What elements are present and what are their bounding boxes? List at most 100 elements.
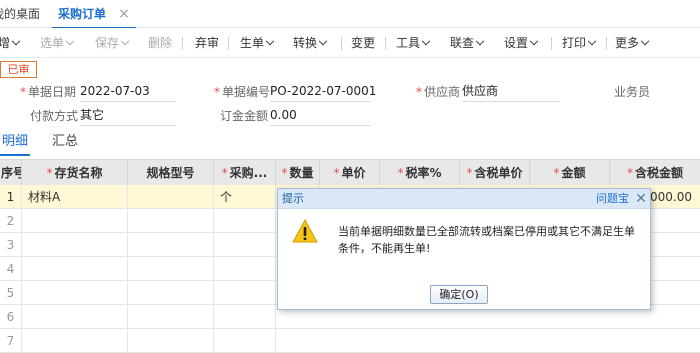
toolbar: 增 选单 保存 删除 弃审 生单 转换 变更 工具 联查 设置 打印 更多: [0, 28, 700, 58]
row-seq: 2: [0, 209, 22, 233]
row-unit[interactable]: [214, 233, 276, 257]
chevron-down-icon: [587, 36, 597, 46]
header-seq[interactable]: 序号: [0, 160, 22, 186]
chevron-down-icon: [421, 36, 431, 46]
row-spec[interactable]: [128, 233, 214, 257]
row-unit[interactable]: [214, 305, 276, 329]
row-spec[interactable]: [128, 257, 214, 281]
row-item-name[interactable]: [22, 209, 128, 233]
print-label: 打印: [562, 36, 587, 50]
salesman-label: 业务员: [614, 85, 651, 99]
generate-label: 生单: [240, 36, 265, 50]
row-seq: 3: [0, 233, 22, 257]
row-unit[interactable]: [214, 209, 276, 233]
chevron-down-icon: [265, 36, 275, 46]
chevron-down-icon: [65, 36, 75, 46]
query-label: 联查: [450, 36, 475, 50]
dialog-message: 当前单据明细数量已全部流转或档案已停用或其它不满足生单条件，不能再生单!: [338, 225, 635, 255]
ok-button[interactable]: 确定(O): [430, 285, 488, 304]
header-purchase-unit[interactable]: * 采购...: [214, 160, 276, 186]
row-spec[interactable]: [128, 305, 214, 329]
row-unit[interactable]: [214, 329, 276, 353]
row-spec[interactable]: [128, 209, 214, 233]
convert-button[interactable]: 转换: [293, 28, 328, 58]
toolbar-divider: [341, 37, 342, 50]
row-seq: 1: [0, 185, 22, 209]
add-button[interactable]: 增: [0, 28, 21, 58]
chevron-down-icon: [529, 36, 539, 46]
deposit-label: 订金金额: [220, 109, 269, 123]
unaudit-button[interactable]: 弃审: [195, 28, 219, 58]
convert-label: 转换: [293, 36, 318, 50]
payment-label: 付款方式: [30, 109, 79, 123]
more-button[interactable]: 更多: [615, 28, 650, 58]
row-spec[interactable]: [128, 185, 214, 209]
print-button[interactable]: 打印: [562, 28, 597, 58]
doc-no-field[interactable]: PO-2022-07-0001: [270, 82, 376, 102]
row-spec[interactable]: [128, 329, 214, 353]
tab-detail[interactable]: 明细: [0, 131, 31, 156]
toolbar-divider: [551, 37, 552, 50]
chevron-down-icon: [120, 36, 130, 46]
change-button[interactable]: 变更: [351, 28, 375, 58]
row-unit[interactable]: [214, 257, 276, 281]
doc-date-field[interactable]: 2022-07-03: [80, 82, 176, 102]
row-item-name[interactable]: 材料A: [22, 185, 128, 209]
tab-summary[interactable]: 汇总: [52, 131, 78, 153]
help-link[interactable]: 问题宝: [596, 189, 629, 209]
supplier-field[interactable]: 供应商: [462, 82, 560, 102]
doc-date-label: * 单据日期: [20, 85, 77, 99]
chevron-down-icon: [475, 36, 485, 46]
select-order-button[interactable]: 选单: [40, 28, 75, 58]
deposit-field[interactable]: 0.00: [270, 106, 370, 126]
toolbar-divider: [385, 37, 386, 50]
settings-button[interactable]: 设置: [504, 28, 539, 58]
warning-icon: [292, 219, 318, 243]
grid-header: 序号 *存货名称 规格型号 *采购... *数量 *单价 *税率% *含税单价 …: [0, 159, 700, 186]
row-unit[interactable]: 个: [214, 185, 276, 209]
row-seq: 5: [0, 281, 22, 305]
header-spec[interactable]: 规格型号: [128, 160, 214, 186]
row-item-name[interactable]: [22, 281, 128, 305]
header-tax-rate[interactable]: * 税率%: [380, 160, 460, 186]
delete-button[interactable]: 删除: [148, 28, 172, 58]
header-qty[interactable]: * 数量: [276, 160, 320, 186]
save-label: 保存: [95, 36, 120, 50]
row-item-name[interactable]: [22, 305, 128, 329]
row-seq: 4: [0, 257, 22, 281]
chevron-down-icon: [11, 36, 21, 46]
header-tax-amount[interactable]: * 含税金额: [610, 160, 700, 186]
chevron-down-icon: [640, 36, 650, 46]
header-tax-price[interactable]: * 含税单价: [460, 160, 530, 186]
header-amount[interactable]: * 金额: [530, 160, 610, 186]
chevron-down-icon: [318, 36, 328, 46]
row-item-name[interactable]: [22, 233, 128, 257]
settings-label: 设置: [504, 36, 529, 50]
row-unit[interactable]: [214, 281, 276, 305]
row-item-name[interactable]: [22, 329, 128, 353]
save-button[interactable]: 保存: [95, 28, 130, 58]
toolbar-divider: [182, 37, 183, 50]
close-icon[interactable]: ✕: [634, 189, 648, 209]
table-row[interactable]: 7: [0, 329, 700, 353]
tab-desktop[interactable]: 我的桌面: [0, 0, 48, 28]
row-seq: 6: [0, 305, 22, 329]
generate-button[interactable]: 生单: [240, 28, 275, 58]
header-item-name[interactable]: * 存货名称: [22, 160, 128, 186]
toolbar-divider: [606, 37, 607, 50]
supplier-label: * 供应商: [416, 85, 461, 99]
row-spec[interactable]: [128, 281, 214, 305]
dialog-title-bar[interactable]: 提示 问题宝 ✕: [278, 189, 650, 209]
doc-no-label: * 单据编号: [214, 85, 271, 99]
tools-label: 工具: [396, 36, 421, 50]
more-label: 更多: [615, 36, 640, 50]
toolbar-divider: [228, 37, 229, 50]
add-label: 增: [0, 36, 11, 50]
query-button[interactable]: 联查: [450, 28, 485, 58]
tab-close-icon[interactable]: ×: [118, 7, 130, 21]
payment-field[interactable]: 其它: [80, 106, 176, 126]
header-price[interactable]: * 单价: [320, 160, 380, 186]
prompt-dialog: 提示 问题宝 ✕ 当前单据明细数量已全部流转或档案已停用或其它不满足生单条件，不…: [277, 188, 651, 310]
tools-button[interactable]: 工具: [396, 28, 431, 58]
row-item-name[interactable]: [22, 257, 128, 281]
